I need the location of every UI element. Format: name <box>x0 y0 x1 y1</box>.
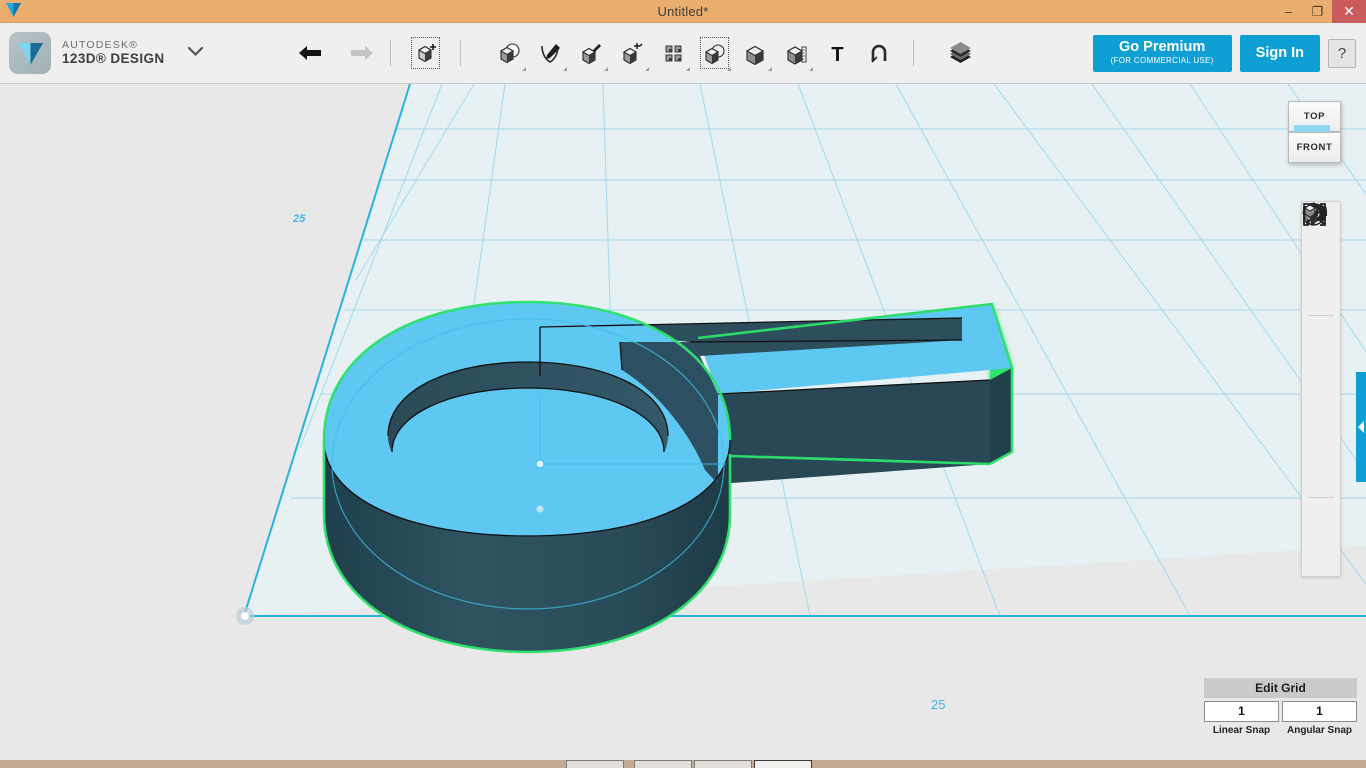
undo-arrow-icon[interactable] <box>296 43 325 63</box>
model-bore-floor <box>392 388 664 516</box>
angular-snap-column: 1 Angular Snap <box>1282 701 1357 736</box>
angular-snap-input[interactable]: 1 <box>1282 701 1357 722</box>
undo-redo-group <box>296 43 376 63</box>
tool-dropdown-triangle <box>644 67 649 71</box>
tool-dropdown-triangle <box>767 67 772 71</box>
help-button[interactable]: ? <box>1328 38 1356 68</box>
magnifier-icon[interactable] <box>1303 204 1339 312</box>
go-premium-label: Go Premium <box>1119 39 1206 56</box>
window-controls: – ❐ ✕ <box>1274 0 1366 23</box>
view-cube-front-face[interactable]: FRONT <box>1288 132 1341 163</box>
tool-modify[interactable] <box>612 31 653 75</box>
os-taskbar <box>0 760 1366 768</box>
linear-snap-column: 1 Linear Snap <box>1204 701 1279 736</box>
grid-label-bottom: 25 <box>931 697 945 712</box>
grid-eye-icon[interactable] <box>1302 205 1339 459</box>
grid-label-left: 25 <box>292 213 306 225</box>
restore-button[interactable]: ❐ <box>1303 0 1332 23</box>
chevron-down-icon[interactable] <box>187 44 204 62</box>
svg-text:T: T <box>831 44 843 66</box>
angular-snap-label: Angular Snap <box>1286 725 1352 736</box>
tool-dropdown-triangle <box>685 67 690 71</box>
brand-line-autodesk: AUTODESK® <box>62 38 139 51</box>
toolbar-divider-2 <box>459 40 461 66</box>
minimize-button[interactable]: – <box>1274 0 1303 23</box>
toolbar-divider <box>389 40 391 66</box>
tool-construct[interactable] <box>571 31 612 75</box>
window-title: Untitled* <box>657 3 709 19</box>
viewport-canvas: 25 25 <box>236 84 1366 712</box>
nav-divider-1 <box>1308 315 1334 316</box>
origin-point-icon <box>236 607 254 625</box>
center-point-icon <box>535 459 545 469</box>
tool-dropdown-triangle <box>521 67 526 71</box>
cube-measure-icon[interactable] <box>1303 204 1339 571</box>
collapse-panel-arrow-icon[interactable] <box>1356 372 1366 482</box>
toolbar-divider-3 <box>912 40 914 66</box>
go-premium-button[interactable]: Go Premium (FOR COMMERCIAL USE) <box>1092 34 1232 72</box>
secondary-point-icon <box>536 505 544 513</box>
edit-grid-title[interactable]: Edit Grid <box>1204 678 1357 698</box>
nav-divider-2 <box>1308 497 1334 498</box>
tool-grouping[interactable] <box>694 31 735 75</box>
tool-primitives[interactable] <box>489 31 530 75</box>
fit-to-view-icon[interactable] <box>1303 203 1339 354</box>
edit-grid-fields: 1 Linear Snap 1 Angular Snap <box>1204 701 1357 736</box>
viewport-3d[interactable]: 25 25 TOP FRONT Edit Grid 1 Linear Snap … <box>0 84 1366 748</box>
tool-combine[interactable] <box>735 31 776 75</box>
title-bar: Untitled* – ❐ ✕ <box>0 0 1366 23</box>
go-premium-sublabel: (FOR COMMERCIAL USE) <box>1110 56 1214 66</box>
camera-icon[interactable] <box>1303 203 1339 494</box>
tool-snap[interactable] <box>858 31 899 75</box>
taskbar-item[interactable] <box>634 760 692 768</box>
view-cube[interactable]: TOP FRONT <box>1288 101 1341 163</box>
tool-text[interactable]: T <box>817 31 858 75</box>
tool-dropdown-triangle <box>603 67 608 71</box>
left-arrow-glyph <box>1358 421 1364 433</box>
tool-material[interactable] <box>940 31 981 75</box>
taskbar-item[interactable] <box>694 760 752 768</box>
tool-dropdown-triangle <box>562 67 567 71</box>
sign-in-button[interactable]: Sign In <box>1239 34 1320 72</box>
taskbar-item[interactable] <box>566 760 624 768</box>
eye-icon[interactable] <box>1302 205 1339 424</box>
tool-dropdown-triangle <box>808 67 813 71</box>
tool-dropdown-triangle <box>726 67 731 71</box>
redo-arrow-icon[interactable] <box>347 43 376 63</box>
application-window: Untitled* – ❐ ✕ AUTODESK® 123D® DESIGN T… <box>0 0 1366 768</box>
taskbar-item-active[interactable] <box>754 760 812 768</box>
close-button[interactable]: ✕ <box>1332 0 1366 23</box>
cube-shaded-icon[interactable] <box>1303 204 1339 389</box>
toolbar-right-group: Go Premium (FOR COMMERCIAL USE) Sign In … <box>1092 34 1366 72</box>
main-toolbar: AUTODESK® 123D® DESIGN T Go Premium (FOR… <box>0 23 1366 84</box>
tool-measure[interactable] <box>776 31 817 75</box>
tool-new-solid[interactable] <box>405 31 446 75</box>
autodesk-123d-logo-icon <box>9 32 51 74</box>
tool-pattern[interactable] <box>653 31 694 75</box>
orbit-cube-icon[interactable] <box>1303 203 1339 277</box>
model-arm-end-face <box>990 368 1012 464</box>
linear-snap-input[interactable]: 1 <box>1204 701 1279 722</box>
navigation-toolbar <box>1301 201 1341 577</box>
linear-snap-label: Linear Snap <box>1212 725 1271 736</box>
tool-sketch[interactable] <box>530 31 571 75</box>
brand-text: AUTODESK® 123D® DESIGN <box>62 38 165 67</box>
tool-group: T <box>489 31 899 75</box>
brand-line-product: 123D® DESIGN <box>62 51 165 67</box>
brand-area[interactable]: AUTODESK® 123D® DESIGN <box>0 32 204 74</box>
cube-snap-icon[interactable] <box>1303 205 1339 536</box>
edit-grid-panel: Edit Grid 1 Linear Snap 1 Angular Snap <box>1204 678 1357 736</box>
